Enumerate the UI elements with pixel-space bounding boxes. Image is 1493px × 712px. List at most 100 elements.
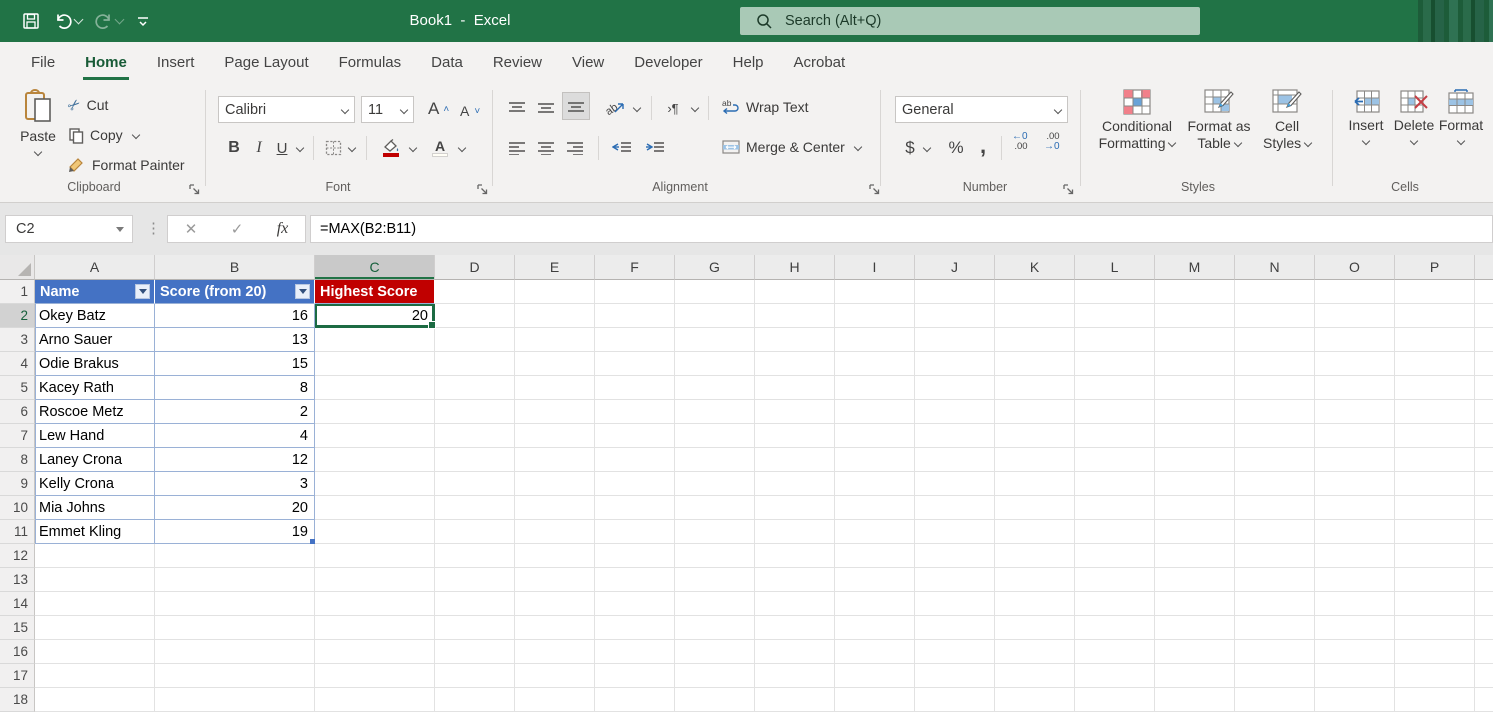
cell-P8[interactable]	[1395, 448, 1475, 472]
cell-K13[interactable]	[995, 568, 1075, 592]
cell-D12[interactable]	[435, 544, 515, 568]
cell-G4[interactable]	[675, 352, 755, 376]
cancel-icon[interactable]: ✕	[185, 220, 198, 238]
cell-A3[interactable]: Arno Sauer	[35, 328, 155, 352]
cell-K17[interactable]	[995, 664, 1075, 688]
cell-J13[interactable]	[915, 568, 995, 592]
format-dropdown-icon[interactable]	[1457, 137, 1465, 145]
cell-P15[interactable]	[1395, 616, 1475, 640]
cell-O2[interactable]	[1315, 304, 1395, 328]
tab-home[interactable]: Home	[70, 42, 142, 84]
cell-J16[interactable]	[915, 640, 995, 664]
cell-P11[interactable]	[1395, 520, 1475, 544]
name-box[interactable]: C2	[5, 215, 133, 243]
cell-H12[interactable]	[755, 544, 835, 568]
cell-partial-2[interactable]	[1475, 304, 1493, 328]
cell-F1[interactable]	[595, 280, 675, 304]
decrease-font-size-button[interactable]: A˅	[456, 98, 484, 124]
enter-icon[interactable]: ✓	[231, 220, 244, 238]
cell-A11[interactable]: Emmet Kling	[35, 520, 155, 544]
cell-E9[interactable]	[515, 472, 595, 496]
cell-A13[interactable]	[35, 568, 155, 592]
cell-A1[interactable]: Name	[35, 280, 155, 304]
cell-C11[interactable]	[315, 520, 435, 544]
cell-I17[interactable]	[835, 664, 915, 688]
cell-H3[interactable]	[755, 328, 835, 352]
paste-button[interactable]: Paste	[14, 89, 62, 155]
cell-D14[interactable]	[435, 592, 515, 616]
copy-dropdown-icon[interactable]	[131, 131, 139, 139]
cell-P12[interactable]	[1395, 544, 1475, 568]
cell-N12[interactable]	[1235, 544, 1315, 568]
tab-acrobat[interactable]: Acrobat	[779, 42, 861, 84]
underline-button[interactable]: U	[272, 134, 292, 162]
cell-A18[interactable]	[35, 688, 155, 712]
cell-N14[interactable]	[1235, 592, 1315, 616]
save-button[interactable]	[18, 6, 44, 36]
font-size-dropdown-icon[interactable]	[400, 105, 408, 113]
cell-F18[interactable]	[595, 688, 675, 712]
cell-G9[interactable]	[675, 472, 755, 496]
cell-K3[interactable]	[995, 328, 1075, 352]
cell-M15[interactable]	[1155, 616, 1235, 640]
cell-D9[interactable]	[435, 472, 515, 496]
cell-B7[interactable]: 4	[155, 424, 315, 448]
cell-I9[interactable]	[835, 472, 915, 496]
cell-D15[interactable]	[435, 616, 515, 640]
row-header-4[interactable]: 4	[0, 352, 35, 376]
orientation-dropdown[interactable]	[630, 94, 644, 122]
row-header-13[interactable]: 13	[0, 568, 35, 592]
redo-dropdown-icon[interactable]	[115, 15, 125, 25]
column-header-A[interactable]: A	[35, 255, 155, 280]
row-header-11[interactable]: 11	[0, 520, 35, 544]
cell-M1[interactable]	[1155, 280, 1235, 304]
insert-cells-button[interactable]: Insert	[1344, 89, 1388, 144]
cell-N15[interactable]	[1235, 616, 1315, 640]
cell-I8[interactable]	[835, 448, 915, 472]
cell-N5[interactable]	[1235, 376, 1315, 400]
cell-K12[interactable]	[995, 544, 1075, 568]
cell-B18[interactable]	[155, 688, 315, 712]
column-header-partial[interactable]	[1475, 255, 1493, 280]
cell-L15[interactable]	[1075, 616, 1155, 640]
cell-J8[interactable]	[915, 448, 995, 472]
cell-E3[interactable]	[515, 328, 595, 352]
row-header-15[interactable]: 15	[0, 616, 35, 640]
tab-file[interactable]: File	[16, 42, 70, 84]
column-header-P[interactable]: P	[1395, 255, 1475, 280]
cell-F16[interactable]	[595, 640, 675, 664]
cell-K4[interactable]	[995, 352, 1075, 376]
cell-E17[interactable]	[515, 664, 595, 688]
merge-center-dropdown-icon[interactable]	[854, 143, 862, 151]
cell-C6[interactable]	[315, 400, 435, 424]
cell-H4[interactable]	[755, 352, 835, 376]
cell-J5[interactable]	[915, 376, 995, 400]
cell-A15[interactable]	[35, 616, 155, 640]
cell-I2[interactable]	[835, 304, 915, 328]
wrap-text-button[interactable]: ab Wrap Text	[718, 94, 813, 120]
cell-H18[interactable]	[755, 688, 835, 712]
cell-N4[interactable]	[1235, 352, 1315, 376]
cell-C14[interactable]	[315, 592, 435, 616]
tab-developer[interactable]: Developer	[619, 42, 717, 84]
cell-L3[interactable]	[1075, 328, 1155, 352]
cell-P6[interactable]	[1395, 400, 1475, 424]
cell-partial-14[interactable]	[1475, 592, 1493, 616]
cell-F9[interactable]	[595, 472, 675, 496]
cell-partial-15[interactable]	[1475, 616, 1493, 640]
fill-color-button[interactable]	[378, 134, 404, 162]
cell-E11[interactable]	[515, 520, 595, 544]
cell-K7[interactable]	[995, 424, 1075, 448]
cell-N8[interactable]	[1235, 448, 1315, 472]
cell-P9[interactable]	[1395, 472, 1475, 496]
font-name-dropdown-icon[interactable]	[341, 105, 349, 113]
cell-P14[interactable]	[1395, 592, 1475, 616]
cell-F5[interactable]	[595, 376, 675, 400]
row-header-8[interactable]: 8	[0, 448, 35, 472]
cell-K16[interactable]	[995, 640, 1075, 664]
align-center-button[interactable]	[533, 134, 559, 162]
cell-H11[interactable]	[755, 520, 835, 544]
cell-B11[interactable]: 19	[155, 520, 315, 544]
cell-H5[interactable]	[755, 376, 835, 400]
cell-A16[interactable]	[35, 640, 155, 664]
